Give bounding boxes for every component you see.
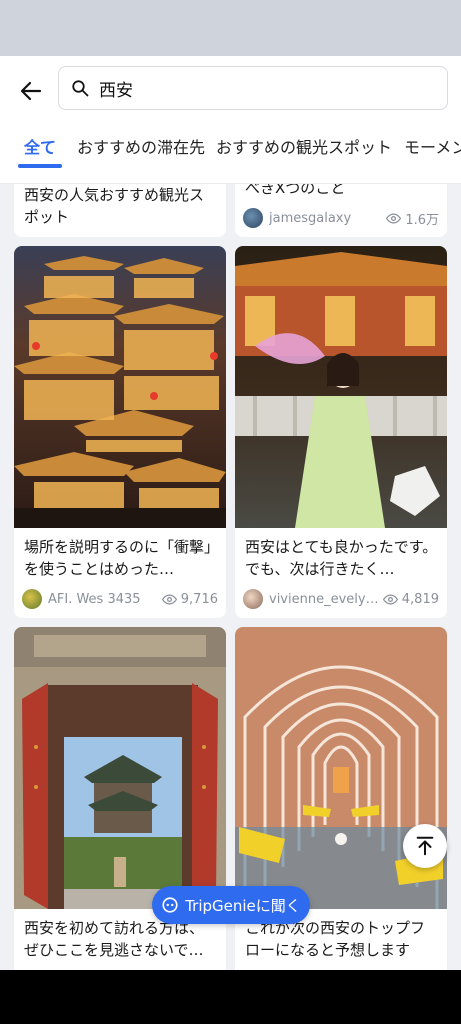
eye-icon <box>161 593 177 605</box>
card-title: 場所を説明するのに「衝撃」を使うことはめった… <box>24 538 212 578</box>
card-meta: jamesgalaxy 1.6万 <box>243 207 439 229</box>
tab-recommended-sights[interactable]: おすすめの観光スポット <box>216 134 392 158</box>
back-button[interactable] <box>14 74 48 108</box>
feed-card[interactable]: 場所を説明するのに「衝撃」を使うことはめった… AFI. Wes 3435 9,… <box>14 246 226 618</box>
view-count: 9,716 <box>161 592 218 607</box>
avatar <box>243 589 263 609</box>
feed-card[interactable]: べきXつのこと jamesgalaxy 1.6万 <box>235 184 447 237</box>
tab-all[interactable]: 全て <box>24 134 56 158</box>
card-meta: vivienne_evelyn… 4,819 <box>243 588 439 610</box>
tripgenie-chat-icon <box>162 897 178 913</box>
card-photo <box>14 627 226 909</box>
card-title: 西安の人気おすすめ観光スポット <box>24 186 205 226</box>
view-count: 1.6万 <box>386 209 439 228</box>
card-author: vivienne_evelyn… <box>269 591 379 607</box>
card-photo <box>235 246 447 528</box>
header: 西安 全て おすすめの滞在先 おすすめの観光スポット モーメン <box>0 56 461 184</box>
active-tab-indicator <box>18 164 62 168</box>
tripgenie-button[interactable]: TripGenieに聞く <box>152 886 310 924</box>
eye-icon <box>382 593 398 605</box>
status-bar <box>0 0 461 56</box>
eye-icon <box>386 212 402 224</box>
view-count: 4,819 <box>382 592 439 607</box>
tab-bar: 全て おすすめの滞在先 おすすめの観光スポット モーメン <box>0 130 461 170</box>
card-meta: AFI. Wes 3435 9,716 <box>22 588 218 610</box>
scroll-to-top-button[interactable] <box>403 824 447 868</box>
system-nav-bar <box>0 970 461 1024</box>
card-photo <box>235 627 447 909</box>
arrow-up-to-top-icon <box>416 836 434 856</box>
tripgenie-label: TripGenieに聞く <box>185 896 301 915</box>
arrow-left-icon <box>20 81 42 101</box>
search-input[interactable]: 西安 <box>58 66 448 110</box>
feed-card[interactable]: 西安はとても良かったです。でも、次は行きたく… vivienne_evelyn…… <box>235 246 447 618</box>
card-photo <box>14 246 226 528</box>
search-icon <box>71 78 91 98</box>
card-author: AFI. Wes 3435 <box>48 591 141 607</box>
card-title: べきXつのこと <box>245 184 346 197</box>
avatar <box>243 208 263 228</box>
feed-card[interactable]: 西安の人気おすすめ観光スポット <box>14 184 226 237</box>
search-query: 西安 <box>99 80 133 101</box>
card-title: 西安はとても良かったです。でも、次は行きたく… <box>245 538 438 578</box>
card-author: jamesgalaxy <box>269 210 352 226</box>
tab-moments[interactable]: モーメン <box>404 134 461 158</box>
content-feed[interactable]: 西安の人気おすすめ観光スポット べきXつのこと jamesgalaxy 1.6万 <box>0 184 461 970</box>
avatar <box>22 589 42 609</box>
tab-recommended-stays[interactable]: おすすめの滞在先 <box>77 134 205 158</box>
